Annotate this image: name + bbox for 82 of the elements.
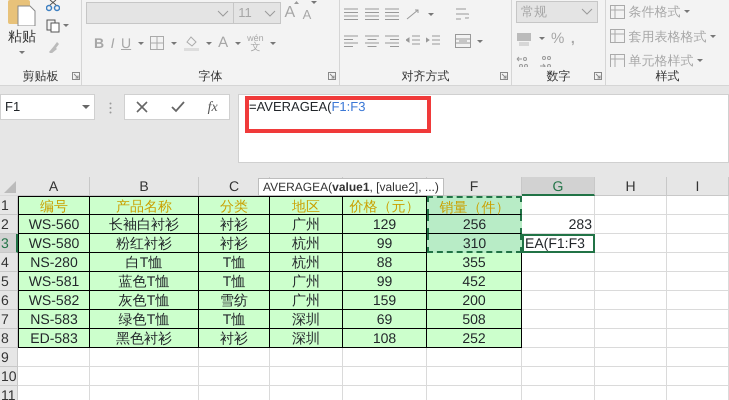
table-cell: 白T恤 — [126, 254, 162, 270]
table-cell: 88 — [376, 254, 392, 270]
table-cell: 灰色T恤 — [118, 292, 170, 308]
table-cell: 252 — [462, 330, 486, 346]
group-label: 对齐方式 — [402, 68, 450, 84]
table-cell: T恤 — [222, 273, 246, 289]
name-box[interactable]: F1 — [0, 94, 95, 120]
table-cell: WS-580 — [28, 235, 80, 251]
table-cell: 69 — [376, 311, 392, 327]
table-cell: NS-280 — [30, 254, 78, 270]
table-cell: 355 — [462, 254, 486, 270]
table-cell: 99 — [376, 235, 392, 251]
table-cell: 广州 — [292, 216, 320, 232]
chevron-down-icon[interactable] — [217, 10, 229, 16]
table-cell: 129 — [372, 216, 396, 232]
table-cell: 256 — [462, 216, 486, 232]
table-cell: T恤 — [222, 311, 246, 327]
group-label: 字体 — [198, 68, 222, 84]
table-cell: WS-560 — [28, 216, 80, 232]
table-cell: 产品名称 — [116, 198, 172, 214]
table-cell: 508 — [462, 311, 486, 327]
column-header[interactable]: I — [667, 177, 729, 196]
row-header[interactable]: 2 — [0, 215, 18, 234]
chevron-down-icon[interactable] — [581, 8, 593, 16]
row-header[interactable]: 1 — [0, 196, 18, 215]
table-cell: 衬衫 — [220, 330, 248, 346]
row-header[interactable]: 8 — [0, 329, 18, 348]
table-cell: 杭州 — [292, 254, 320, 270]
row-header[interactable]: 11 — [0, 386, 18, 400]
table-cell: 200 — [462, 292, 486, 308]
row-header[interactable]: 9 — [0, 348, 18, 367]
table-cell: 283 — [568, 216, 592, 232]
table-cell: 地区 — [292, 198, 320, 214]
caret-icon[interactable] — [82, 105, 90, 109]
table-cell: ED-583 — [30, 330, 78, 346]
table-cell: 衬衫 — [220, 235, 248, 251]
table-cell: 452 — [462, 273, 486, 289]
enter-icon[interactable] — [170, 101, 185, 113]
table-cell: T恤 — [222, 254, 246, 270]
table-cell: 深圳 — [292, 311, 320, 327]
row-header[interactable]: 7 — [0, 310, 18, 329]
table-cell: 粉红衬衫 — [116, 235, 172, 251]
table-cell: 价格（元） — [350, 198, 420, 214]
table-cell: 159 — [372, 292, 396, 308]
row-header[interactable]: 6 — [0, 291, 18, 310]
column-header[interactable]: G — [522, 177, 595, 196]
row-header[interactable]: 4 — [0, 253, 18, 272]
table-cell: 长袖白衬衫 — [109, 216, 179, 232]
group-label: 剪贴板 — [22, 68, 58, 84]
table-cell: WS-582 — [28, 292, 80, 308]
table-cell: 雪纺 — [220, 292, 248, 308]
row-header[interactable]: 5 — [0, 272, 18, 291]
row-header[interactable]: 10 — [0, 367, 18, 386]
insert-function-button[interactable]: fx — [208, 96, 218, 118]
formula-text[interactable]: =AVERAGEA(F1:F3 — [249, 99, 366, 114]
table-cell: 杭州 — [292, 235, 320, 251]
select-all-icon[interactable] — [0, 177, 18, 195]
group-label: 样式 — [656, 68, 680, 84]
table-cell: 广州 — [292, 292, 320, 308]
table-cell: 分类 — [220, 198, 248, 214]
table-cell: 蓝色T恤 — [118, 273, 170, 289]
table-cell: 深圳 — [292, 330, 320, 346]
table-cell: 黑色衬衫 — [116, 330, 172, 346]
row-header[interactable]: 3 — [0, 234, 18, 253]
table-cell: WS-581 — [28, 273, 80, 289]
drag-handle-icon[interactable] — [109, 102, 112, 114]
column-header[interactable]: B — [90, 177, 199, 196]
table-cell: 销量（件） — [440, 199, 510, 215]
table-cell: 衬衫 — [220, 216, 248, 232]
table-cell: 108 — [372, 330, 396, 346]
group-label: 数字 — [546, 68, 570, 84]
column-header[interactable]: A — [18, 177, 90, 196]
table-cell: 编号 — [40, 198, 68, 214]
table-cell: 绿色T恤 — [118, 311, 170, 327]
table-cell: 310 — [462, 235, 486, 251]
table-cell: 广州 — [292, 273, 320, 289]
table-cell: NS-583 — [30, 311, 78, 327]
column-header[interactable]: H — [595, 177, 667, 196]
cancel-icon[interactable] — [136, 101, 148, 113]
table-cell: 99 — [376, 273, 392, 289]
chevron-down-icon[interactable] — [264, 10, 276, 16]
function-tooltip: AVERAGEA(value1, [value2], ...) — [258, 178, 444, 196]
